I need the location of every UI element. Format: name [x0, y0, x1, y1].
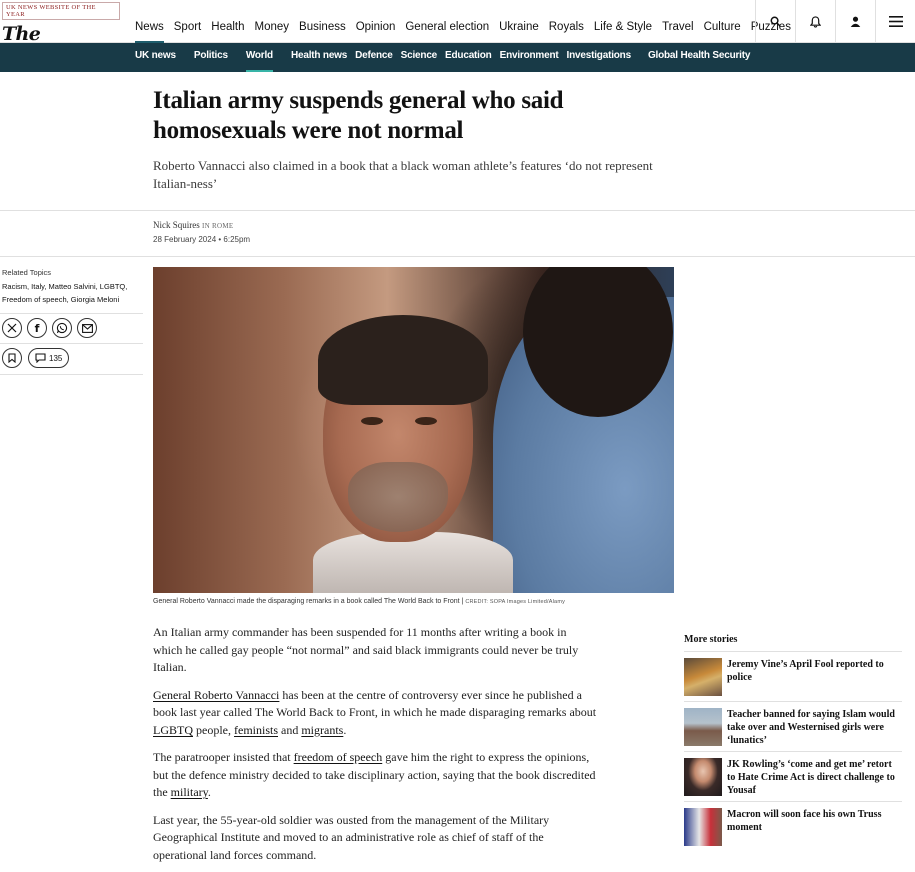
nav-news[interactable]: News — [135, 0, 164, 43]
masthead-actions — [755, 0, 915, 43]
account-icon — [850, 16, 861, 27]
paragraph: The paratrooper insisted that freedom of… — [153, 750, 596, 799]
subnav-defence[interactable]: Defence — [355, 43, 393, 72]
related-topics-list: Racism, Italy, Matteo Salvini, LGBTQ, Fr… — [2, 280, 142, 306]
subnav-global-health-security[interactable]: Global Health Security — [648, 43, 750, 72]
bell-icon — [810, 15, 821, 28]
share-facebook-button[interactable]: f — [27, 318, 47, 338]
story-title: Macron will soon face his own Truss mome… — [727, 809, 882, 833]
share-email-button[interactable] — [77, 318, 97, 338]
paragraph: General Roberto Vannacci has been at the… — [153, 687, 597, 737]
link-lgbtq[interactable]: LGBTQ — [153, 723, 193, 737]
more-stories-heading: More stories — [684, 634, 738, 645]
nav-travel[interactable]: Travel — [662, 0, 694, 43]
award-tagline: UK NEWS WEBSITE OF THE YEAR — [2, 2, 120, 20]
caption-text: General Roberto Vannacci made the dispar… — [153, 598, 460, 605]
paragraph: Last year, the 55-year-old soldier was o… — [153, 812, 550, 862]
nav-ukraine[interactable]: Ukraine — [499, 0, 539, 43]
notifications-button[interactable] — [795, 0, 835, 43]
divider — [0, 313, 143, 314]
author-link[interactable]: Nick Squires — [153, 220, 200, 230]
menu-button[interactable] — [875, 0, 915, 43]
nav-business[interactable]: Business — [299, 0, 346, 43]
nav-opinion[interactable]: Opinion — [356, 0, 396, 43]
nav-life-style[interactable]: Life & Style — [594, 0, 652, 43]
subnav-science[interactable]: Science — [401, 43, 438, 72]
masthead: UK NEWS WEBSITE OF THE YEAR The Telegrap… — [0, 0, 915, 67]
divider — [0, 343, 143, 344]
story-title: JK Rowling’s ‘come and get me’ retort to… — [727, 759, 895, 796]
subnav-world[interactable]: World — [245, 43, 273, 72]
related-topics-line[interactable]: Racism, Italy, Matteo Salvini, LGBTQ, — [2, 280, 142, 293]
subnav-politics[interactable]: Politics — [194, 43, 228, 72]
share-whatsapp-button[interactable] — [52, 318, 72, 338]
link-military[interactable]: military — [171, 785, 208, 799]
story-item[interactable]: Jeremy Vine’s April Fool reported to pol… — [684, 651, 902, 701]
divider — [0, 256, 915, 257]
comments-button[interactable]: 135 — [28, 348, 70, 368]
primary-nav: News Sport Health Money Business Opinion… — [135, 0, 801, 43]
image-caption: General Roberto Vannacci made the dispar… — [153, 598, 566, 605]
link-freedom-of-speech[interactable]: freedom of speech — [294, 750, 383, 764]
paragraph: An Italian army commander has been suspe… — [153, 625, 579, 674]
email-icon — [81, 323, 93, 333]
article-hero-image — [153, 267, 674, 593]
story-title: Teacher banned for saying Islam would ta… — [727, 709, 895, 746]
article-standfirst: Roberto Vannacci also claimed in a book … — [153, 158, 653, 191]
search-icon — [770, 16, 781, 27]
subnav-uk-news[interactable]: UK news — [135, 43, 176, 72]
nav-health[interactable]: Health — [211, 0, 244, 43]
facebook-icon: f — [34, 321, 40, 335]
save-article-button[interactable] — [2, 348, 22, 368]
image-credit: CREDIT: SOPA Images Limited/Alamy — [465, 599, 566, 605]
link-migrants[interactable]: migrants — [301, 723, 343, 737]
search-button[interactable] — [755, 0, 795, 43]
section-nav: UK news Politics World Health news Defen… — [0, 43, 915, 72]
menu-icon — [888, 16, 903, 27]
article-headline: Italian army suspends general who said h… — [153, 87, 564, 144]
subnav-health-news[interactable]: Health news — [291, 43, 347, 72]
story-thumbnail — [684, 808, 722, 846]
nav-general-election[interactable]: General election — [405, 0, 489, 43]
subnav-environment[interactable]: Environment — [500, 43, 559, 72]
story-title: Jeremy Vine’s April Fool reported to pol… — [727, 659, 884, 683]
whatsapp-icon — [56, 322, 68, 334]
comment-icon — [35, 353, 46, 363]
more-stories-list: Jeremy Vine’s April Fool reported to pol… — [684, 651, 902, 851]
link-roberto-vannacci[interactable]: General Roberto Vannacci — [153, 688, 279, 702]
byline: Nick Squires IN ROME — [153, 220, 233, 230]
related-topics-label: Related Topics — [2, 268, 52, 277]
x-icon — [7, 323, 17, 333]
nav-culture[interactable]: Culture — [704, 0, 741, 43]
article-body: An Italian army commander has been suspe… — [153, 624, 598, 872]
story-item[interactable]: Teacher banned for saying Islam would ta… — [684, 701, 902, 751]
account-button[interactable] — [835, 0, 875, 43]
subnav-investigations[interactable]: Investigations — [567, 43, 632, 72]
subnav-education[interactable]: Education — [445, 43, 492, 72]
divider — [0, 210, 915, 211]
link-feminists[interactable]: feminists — [234, 723, 278, 737]
byline-location: IN ROME — [202, 222, 234, 230]
bookmark-icon — [8, 353, 16, 363]
story-item[interactable]: JK Rowling’s ‘come and get me’ retort to… — [684, 751, 902, 801]
story-thumbnail — [684, 708, 722, 746]
divider — [0, 374, 143, 375]
related-topics-line[interactable]: Freedom of speech, Giorgia Meloni — [2, 293, 142, 306]
story-thumbnail — [684, 758, 722, 796]
story-item[interactable]: Macron will soon face his own Truss mome… — [684, 801, 902, 851]
nav-royals[interactable]: Royals — [549, 0, 584, 43]
nav-sport[interactable]: Sport — [174, 0, 202, 43]
story-thumbnail — [684, 658, 722, 696]
article-actions: 135 — [2, 348, 70, 368]
comment-count: 135 — [49, 353, 63, 363]
nav-money[interactable]: Money — [255, 0, 290, 43]
share-buttons: f — [2, 318, 97, 338]
publish-date: 28 February 2024 • 6:25pm — [153, 235, 251, 244]
share-x-button[interactable] — [2, 318, 22, 338]
